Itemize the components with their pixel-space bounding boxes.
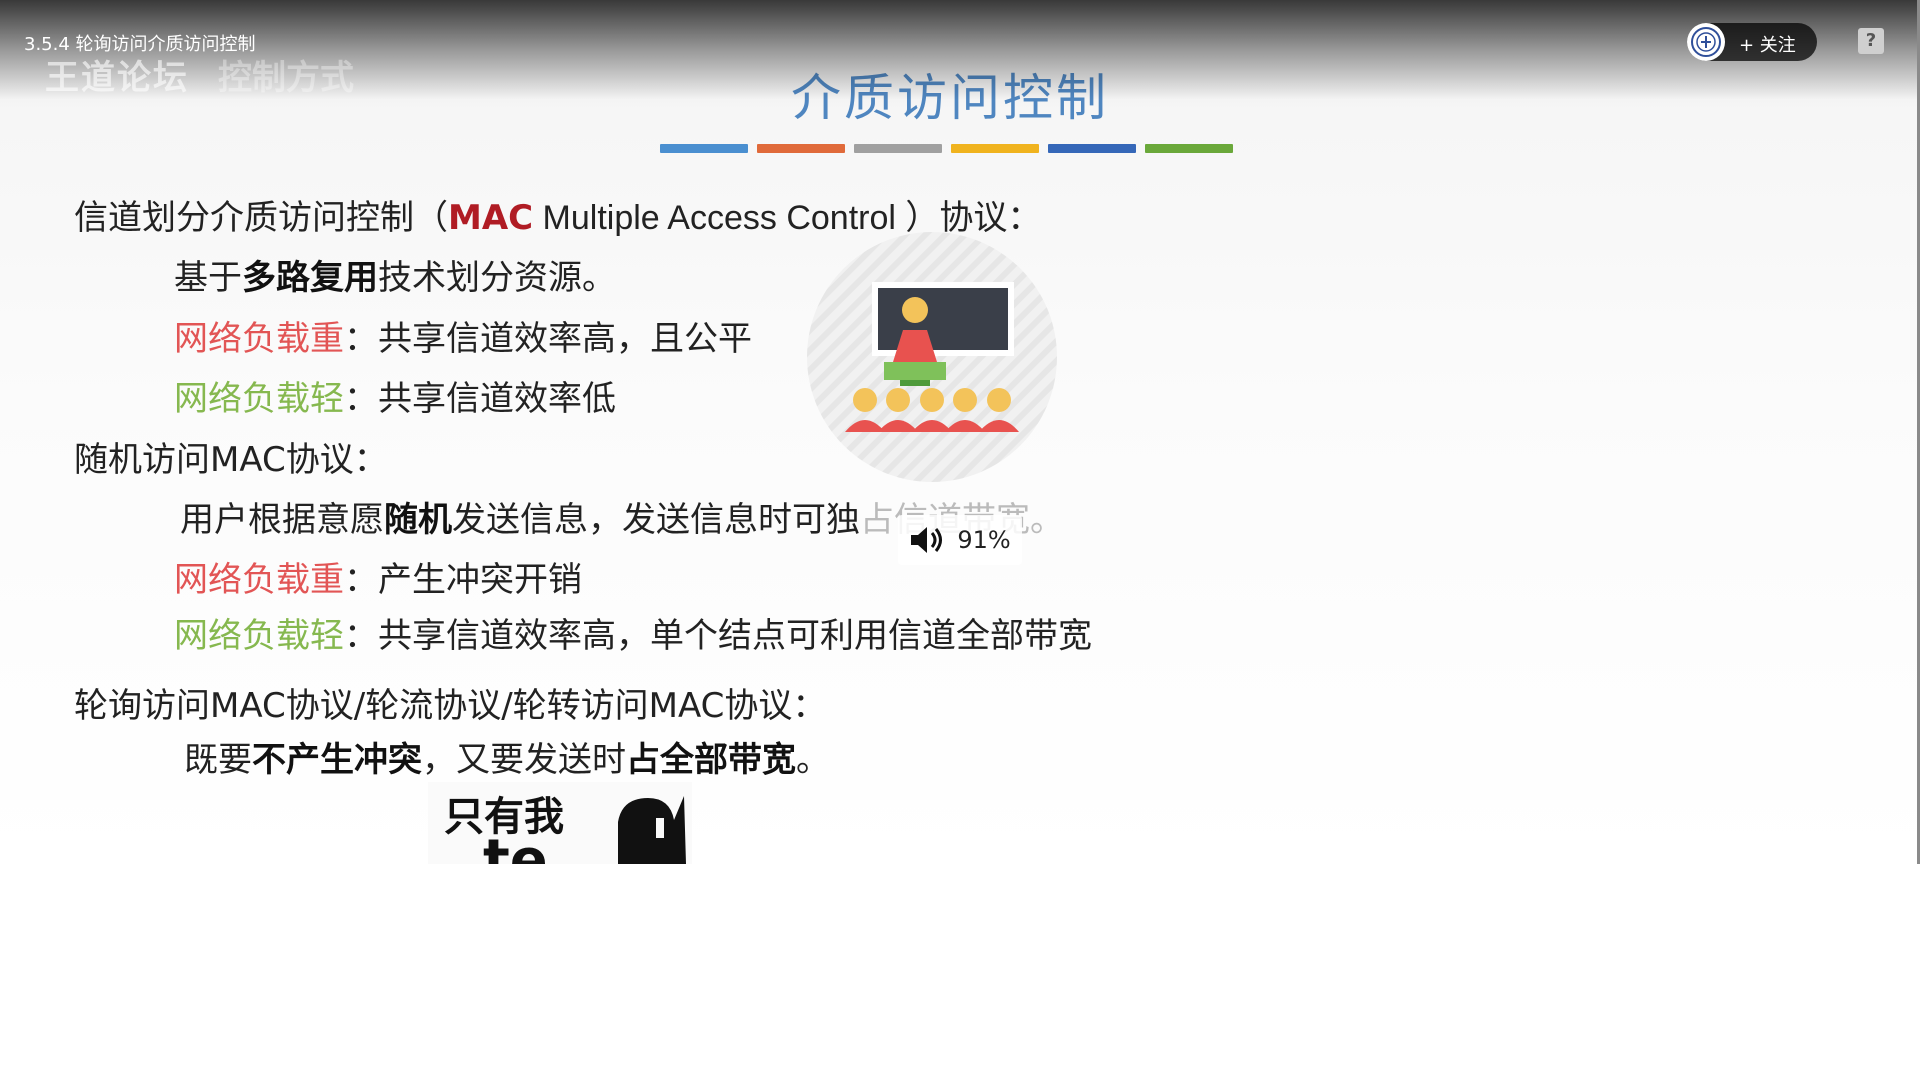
text: 发送信息，发送信息时可独 xyxy=(452,500,860,540)
color-bar-divider xyxy=(660,144,1242,153)
text: 用户根据意愿 xyxy=(180,500,384,540)
volume-value: 91% xyxy=(957,526,1011,554)
text: 。 xyxy=(796,740,830,780)
watermark: 王道论坛 xyxy=(45,58,189,98)
meme-sticker: 只有我 te xyxy=(428,782,692,864)
polling-desc: 既要不产生冲突，又要发送时占全部带宽。 xyxy=(184,732,830,781)
heavy-load-label: 网络负载重 xyxy=(174,560,344,600)
help-icon[interactable]: ? xyxy=(1858,28,1884,54)
polling-heading: 轮询访问MAC协议/轮流协议/轮转访问MAC协议： xyxy=(74,686,827,726)
color-bar xyxy=(951,144,1039,153)
logo-icon xyxy=(1691,27,1721,57)
heavy-load-label: 网络负载重 xyxy=(174,319,344,359)
text: ：共享信道效率高，单个结点可利用信道全部带宽 xyxy=(344,616,1092,656)
sticker-text-secondary: te xyxy=(483,828,548,864)
video-player[interactable]: 介质访问控制 信道划分介质访问控制（MAC Multiple Access Co… xyxy=(0,0,1920,864)
emphasis: 不产生冲突 xyxy=(252,740,422,780)
channel-partition-light: 网络负载轻：共享信道效率低 xyxy=(174,371,616,420)
volume-indicator: 91% xyxy=(898,515,1022,565)
emphasis: 占全部带宽 xyxy=(626,740,796,780)
classroom-illustration xyxy=(807,232,1057,482)
color-bar xyxy=(1048,144,1136,153)
random-access-heading: 随机访问MAC协议： xyxy=(74,440,388,480)
text: ：共享信道效率高，且公平 xyxy=(344,319,752,359)
color-bar xyxy=(757,144,845,153)
watermark-secondary: 控制方式 xyxy=(218,58,354,98)
emphasis: 多路复用 xyxy=(242,258,378,298)
follow-pill[interactable]: + 关注 xyxy=(1687,23,1817,61)
color-bar xyxy=(854,144,942,153)
color-bar xyxy=(1145,144,1233,153)
emphasis: 随机 xyxy=(384,500,452,540)
video-title: 3.5.4 轮询访问介质访问控制 xyxy=(24,34,256,55)
follow-button[interactable]: + 关注 xyxy=(1739,31,1796,57)
random-access-heavy: 网络负载重：产生冲突开销 xyxy=(174,552,582,601)
text: ：共享信道效率低 xyxy=(344,379,616,419)
light-load-label: 网络负载轻 xyxy=(174,616,344,656)
text: ：产生冲突开销 xyxy=(344,560,582,600)
heading-text: 信道划分介质访问控制（ xyxy=(74,198,448,238)
channel-partition-desc: 基于多路复用技术划分资源。 xyxy=(174,250,616,299)
light-load-label: 网络负载轻 xyxy=(174,379,344,419)
silhouette-icon xyxy=(618,796,686,864)
color-bar xyxy=(660,144,748,153)
mac-abbrev: MAC xyxy=(448,198,534,238)
random-access-light: 网络负载轻：共享信道效率高，单个结点可利用信道全部带宽 xyxy=(174,608,1092,657)
text: 技术划分资源。 xyxy=(378,258,616,298)
text: 基于 xyxy=(174,258,242,298)
channel-partition-heavy: 网络负载重：共享信道效率高，且公平 xyxy=(174,311,752,360)
avatar[interactable] xyxy=(1687,23,1725,61)
speaker-icon xyxy=(911,527,943,553)
text: ，又要发送时 xyxy=(422,740,626,780)
text: 既要 xyxy=(184,740,252,780)
